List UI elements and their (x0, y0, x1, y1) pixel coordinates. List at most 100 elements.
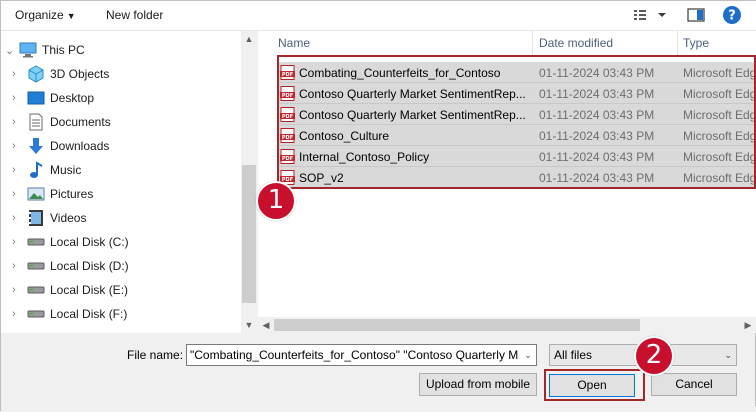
open-button[interactable]: Open (549, 374, 635, 397)
nav-item-local-disk-d[interactable]: › Local Disk (D:) (1, 254, 241, 278)
file-date: 01-11-2024 03:43 PM (539, 87, 655, 101)
column-header-name[interactable]: Name (278, 31, 310, 55)
file-type: Microsoft Edg (683, 87, 756, 101)
file-type: Microsoft Edg (683, 108, 756, 122)
nav-item-local-disk-f[interactable]: › Local Disk (F:) (1, 302, 241, 326)
status-strip (1, 406, 756, 412)
nav-item-desktop[interactable]: › Desktop (1, 86, 241, 110)
file-open-dialog: Organize ▼ New folder ? ⌄ This PC › 3D O… (0, 0, 756, 412)
pdf-file-icon: PDF (280, 107, 295, 122)
file-date: 01-11-2024 03:43 PM (539, 171, 655, 185)
nav-label: Local Disk (E:) (50, 283, 129, 297)
navigation-pane: ⌄ This PC › 3D Objects › Desktop › Docum… (1, 31, 257, 333)
file-row[interactable]: PDF Internal_Contoso_Policy 01-11-2024 0… (278, 146, 756, 167)
pdf-file-icon: PDF (280, 86, 295, 101)
new-folder-button[interactable]: New folder (106, 7, 163, 25)
drive-icon (27, 257, 45, 275)
scroll-thumb[interactable] (242, 165, 256, 303)
file-list-horizontal-scrollbar[interactable]: ◀ ▶ (258, 317, 756, 333)
file-type: Microsoft Edg (683, 66, 756, 80)
nav-item-this-pc[interactable]: ⌄ This PC (1, 38, 241, 62)
file-row[interactable]: PDF Combating_Counterfeits_for_Contoso 0… (278, 62, 756, 83)
column-divider[interactable] (532, 31, 533, 55)
music-icon (27, 161, 45, 179)
videos-icon (27, 209, 45, 227)
view-options-icon[interactable] (633, 6, 673, 24)
column-header-date-modified[interactable]: Date modified (539, 31, 613, 55)
nav-label: Local Disk (C:) (50, 235, 129, 249)
toolbar: Organize ▼ New folder ? (1, 1, 756, 31)
scroll-right-icon[interactable]: ▶ (740, 317, 756, 333)
drive-icon (27, 305, 45, 323)
organize-label: Organize (15, 8, 64, 22)
file-name: Combating_Counterfeits_for_Contoso (299, 66, 501, 80)
chevron-right-icon[interactable]: › (12, 260, 16, 272)
drive-icon (27, 281, 45, 299)
file-row[interactable]: PDF Contoso_Culture 01-11-2024 03:43 PM … (278, 125, 756, 146)
file-name: Internal_Contoso_Policy (299, 150, 430, 164)
pdf-file-icon: PDF (280, 149, 295, 164)
cancel-button[interactable]: Cancel (651, 373, 737, 396)
column-divider[interactable] (677, 31, 678, 55)
file-name: SOP_v2 (299, 171, 344, 185)
chevron-right-icon[interactable]: › (12, 140, 16, 152)
nav-item-documents[interactable]: › Documents (1, 110, 241, 134)
organize-button[interactable]: Organize ▼ (15, 7, 76, 25)
nav-label: Desktop (50, 91, 95, 105)
svg-text:PDF: PDF (282, 72, 293, 78)
documents-icon (27, 113, 45, 131)
drive-icon (27, 233, 45, 251)
chevron-right-icon[interactable]: › (12, 188, 16, 200)
chevron-right-icon[interactable]: › (12, 284, 16, 296)
svg-text:PDF: PDF (282, 93, 293, 99)
preview-pane-icon[interactable] (685, 5, 707, 25)
file-row[interactable]: PDF SOP_v2 01-11-2024 03:43 PM Microsoft… (278, 167, 756, 188)
step-2-badge: 2 (634, 336, 674, 376)
nav-item-music[interactable]: › Music (1, 158, 241, 182)
scroll-down-icon[interactable]: ▼ (241, 317, 257, 333)
scroll-thumb[interactable] (274, 319, 640, 331)
scroll-left-icon[interactable]: ◀ (258, 317, 274, 333)
chevron-down-icon[interactable]: ⌄ (520, 345, 536, 365)
nav-label: Pictures (50, 187, 94, 201)
computer-icon (19, 41, 37, 59)
file-name-label: File name: (127, 348, 184, 362)
chevron-right-icon[interactable]: › (12, 92, 16, 104)
column-header-type[interactable]: Type (683, 31, 709, 55)
nav-item-pictures[interactable]: › Pictures (1, 182, 241, 206)
nav-label: Downloads (50, 139, 110, 153)
file-name-input[interactable]: "Combating_Counterfeits_for_Contoso" "Co… (186, 344, 537, 366)
file-row[interactable]: PDF Contoso Quarterly Market SentimentRe… (278, 104, 756, 125)
chevron-right-icon[interactable]: › (12, 236, 16, 248)
nav-item-local-disk-c[interactable]: › Local Disk (C:) (1, 230, 241, 254)
svg-text:PDF: PDF (282, 135, 293, 141)
chevron-right-icon[interactable]: › (12, 164, 16, 176)
chevron-right-icon[interactable]: › (12, 116, 16, 128)
pictures-icon (27, 185, 45, 203)
nav-label: This PC (42, 43, 85, 57)
chevron-right-icon[interactable]: › (12, 308, 16, 320)
chevron-right-icon[interactable]: › (12, 212, 16, 224)
chevron-right-icon[interactable]: › (12, 68, 16, 80)
help-icon[interactable]: ? (722, 5, 742, 25)
file-type: Microsoft Edg (683, 150, 756, 164)
nav-item-3d-objects[interactable]: › 3D Objects (1, 62, 241, 86)
step-1-badge: 1 (256, 181, 296, 221)
file-row[interactable]: PDF Contoso Quarterly Market SentimentRe… (278, 83, 756, 104)
downloads-icon (27, 137, 45, 155)
sort-ascending-icon: ^ (397, 31, 402, 36)
upload-from-mobile-button[interactable]: Upload from mobile (419, 373, 537, 396)
scroll-up-icon[interactable]: ▲ (241, 31, 257, 47)
file-date: 01-11-2024 03:43 PM (539, 108, 655, 122)
pdf-file-icon: PDF (280, 128, 295, 143)
3d-objects-icon (27, 65, 45, 83)
nav-item-local-disk-e[interactable]: › Local Disk (E:) (1, 278, 241, 302)
chevron-down-icon[interactable]: ⌄ (5, 44, 14, 57)
nav-label: Music (50, 163, 82, 177)
nav-item-videos[interactable]: › Videos (1, 206, 241, 230)
nav-label: 3D Objects (50, 67, 110, 81)
svg-text:PDF: PDF (282, 114, 293, 120)
nav-label: Videos (50, 211, 87, 225)
nav-vertical-scrollbar[interactable]: ▲ ▼ (241, 31, 257, 333)
nav-item-downloads[interactable]: › Downloads (1, 134, 241, 158)
